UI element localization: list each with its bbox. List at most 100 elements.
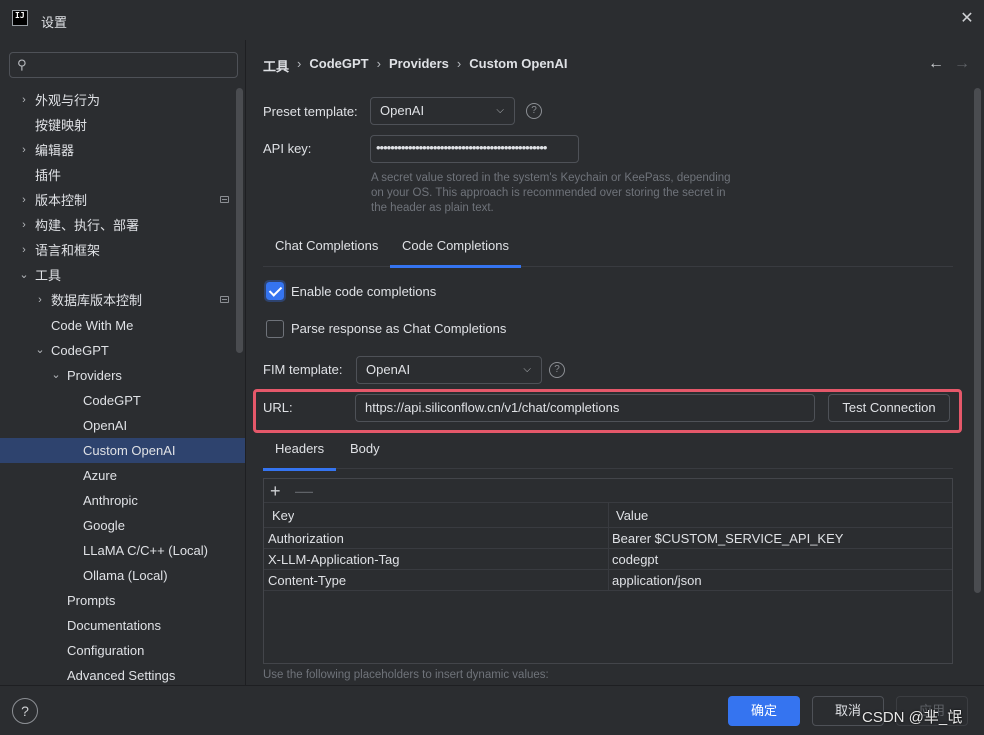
tab-headers[interactable]: Headers — [263, 433, 337, 471]
column-divider — [608, 503, 609, 591]
help-icon[interactable]: ? — [526, 103, 542, 119]
sidebar-item-label: 编辑器 — [35, 143, 75, 158]
chevron-right-icon[interactable]: › — [34, 288, 46, 313]
header-value-cell[interactable]: Bearer $CUSTOM_SERVICE_API_KEY — [608, 528, 948, 549]
placeholder-hint: Use the following placeholders to insert… — [263, 669, 549, 681]
enable-code-completions-checkbox[interactable] — [264, 280, 286, 302]
fim-template-select[interactable]: OpenAI ⌵ — [356, 356, 542, 384]
chevron-down-icon[interactable]: ⌄ — [50, 363, 62, 388]
breadcrumb-item[interactable]: 工具 — [263, 56, 289, 75]
chevron-right-icon[interactable]: › — [18, 88, 30, 113]
preset-template-select[interactable]: OpenAI ⌵ — [370, 97, 515, 125]
header-value-cell[interactable]: application/json — [608, 570, 948, 591]
parse-response-checkbox[interactable] — [266, 320, 284, 338]
sidebar-item[interactable]: ⌄ CodeGPT — [0, 338, 245, 363]
fim-template-label: FIM template: — [263, 362, 343, 377]
completions-tabs: Chat Completions Code Completions — [263, 230, 953, 268]
header-value-cell[interactable]: codegpt — [608, 549, 948, 570]
sidebar-item[interactable]: CodeGPT — [0, 388, 245, 413]
tab-chat-completions[interactable]: Chat Completions — [263, 230, 390, 267]
sidebar-item[interactable]: OpenAI — [0, 413, 245, 438]
back-arrow-icon[interactable]: ← — [928, 55, 944, 73]
forward-arrow-icon[interactable]: → — [954, 55, 970, 73]
header-key-cell[interactable]: X-LLM-Application-Tag — [264, 549, 604, 570]
sidebar-item[interactable]: ⌄ 工具 — [0, 263, 245, 288]
sidebar-item-label: Anthropic — [83, 493, 138, 508]
ok-button[interactable]: 确定 — [728, 696, 800, 726]
sidebar-item[interactable]: › 编辑器 — [0, 138, 245, 163]
preset-template-label: Preset template: — [263, 104, 358, 119]
sidebar-item[interactable]: Advanced Settings — [0, 663, 245, 685]
breadcrumb-item[interactable]: CodeGPT — [309, 56, 368, 75]
sidebar-item[interactable]: Documentations — [0, 613, 245, 638]
sidebar-item[interactable]: Ollama (Local) — [0, 563, 245, 588]
sidebar-item-label: Documentations — [67, 618, 161, 633]
help-icon[interactable]: ? — [549, 362, 565, 378]
sidebar-scrollbar[interactable] — [236, 88, 243, 353]
sidebar-item[interactable]: Prompts — [0, 588, 245, 613]
request-tabs: Headers Body — [263, 433, 953, 471]
tab-code-completions[interactable]: Code Completions — [390, 230, 521, 268]
headers-table: + — Key Value Authorization Bearer $CUSTO… — [263, 478, 953, 664]
sidebar-item-label: OpenAI — [83, 418, 128, 433]
sidebar-item[interactable]: 按键映射 — [0, 113, 245, 138]
header-key-cell[interactable]: Authorization — [264, 528, 604, 549]
test-connection-button[interactable]: Test Connection — [828, 394, 950, 422]
sidebar-item-label: Prompts — [67, 593, 116, 608]
sidebar-item[interactable]: Custom OpenAI — [0, 438, 245, 463]
chevron-right-icon[interactable]: › — [18, 238, 30, 263]
remove-icon[interactable]: — — [295, 479, 313, 503]
enable-code-completions-label: Enable code completions — [291, 284, 437, 299]
sidebar-item-label: LLaMA C/C++ (Local) — [83, 543, 209, 558]
breadcrumb-separator-icon: › — [456, 56, 462, 71]
column-header-key[interactable]: Key — [268, 505, 294, 526]
sidebar-item-label: Google — [83, 518, 125, 533]
breadcrumb: 工具 › CodeGPT › Providers › Custom OpenAI — [263, 56, 568, 75]
chevron-right-icon[interactable]: › — [18, 138, 30, 163]
sidebar-item-label: 工具 — [35, 268, 62, 283]
chevron-down-icon[interactable]: ⌄ — [34, 338, 46, 363]
column-header-value[interactable]: Value — [612, 505, 648, 526]
sidebar-item[interactable]: › 数据库版本控制 — [0, 288, 245, 313]
header-key-cell[interactable]: Content-Type — [264, 570, 604, 591]
sidebar-item[interactable]: Anthropic — [0, 488, 245, 513]
sidebar-item[interactable]: › 外观与行为 — [0, 88, 245, 113]
sidebar-item-label: 按键映射 — [35, 118, 88, 133]
tab-body[interactable]: Body — [338, 433, 392, 470]
content-scrollbar[interactable] — [974, 88, 981, 593]
sidebar-item-label: CodeGPT — [51, 343, 109, 358]
settings-search-box[interactable]: ⚲ — [9, 52, 238, 78]
sidebar-item[interactable]: LLaMA C/C++ (Local) — [0, 538, 245, 563]
sidebar-item[interactable]: 插件 — [0, 163, 245, 188]
chevron-right-icon[interactable]: › — [18, 213, 30, 238]
chevron-right-icon[interactable]: › — [18, 188, 30, 213]
settings-sidebar: ⚲ › 外观与行为 按键映射 › 编辑器 插件 › 版本控制 › 构建、执行、部署 › 语言和框架 ⌄ 工… — [0, 40, 246, 685]
project-scope-icon — [220, 196, 229, 203]
sidebar-item[interactable]: Configuration — [0, 638, 245, 663]
url-input[interactable]: https://api.siliconflow.cn/v1/chat/compl… — [355, 394, 815, 422]
chevron-down-icon[interactable]: ⌄ — [18, 263, 30, 288]
add-icon[interactable]: + — [270, 479, 281, 503]
sidebar-item-label: Advanced Settings — [67, 668, 176, 683]
close-icon[interactable]: ✕ — [958, 10, 976, 28]
sidebar-item[interactable]: › 语言和框架 — [0, 238, 245, 263]
sidebar-item[interactable]: Google — [0, 513, 245, 538]
sidebar-item-label: 数据库版本控制 — [51, 293, 143, 308]
sidebar-item[interactable]: › 构建、执行、部署 — [0, 213, 245, 238]
fim-template-value: OpenAI — [366, 362, 411, 377]
breadcrumb-item[interactable]: Providers — [389, 56, 449, 75]
help-button[interactable]: ? — [12, 698, 38, 724]
breadcrumb-item[interactable]: Custom OpenAI — [469, 56, 567, 75]
search-icon: ⚲ — [17, 57, 27, 72]
sidebar-item[interactable]: Azure — [0, 463, 245, 488]
chevron-down-icon: ⌵ — [523, 364, 531, 375]
api-key-field[interactable]: ••••••••••••••••••••••••••••••••••••••••… — [370, 135, 579, 163]
sidebar-item-label: Custom OpenAI — [83, 443, 176, 458]
sidebar-item[interactable]: › 版本控制 — [0, 188, 245, 213]
sidebar-item[interactable]: Code With Me — [0, 313, 245, 338]
chevron-down-icon: ⌵ — [496, 105, 504, 116]
sidebar-item-label: Azure — [83, 468, 117, 483]
sidebar-item[interactable]: ⌄ Providers — [0, 363, 245, 388]
search-input[interactable] — [38, 56, 234, 74]
sidebar-item-label: Code With Me — [51, 318, 134, 333]
